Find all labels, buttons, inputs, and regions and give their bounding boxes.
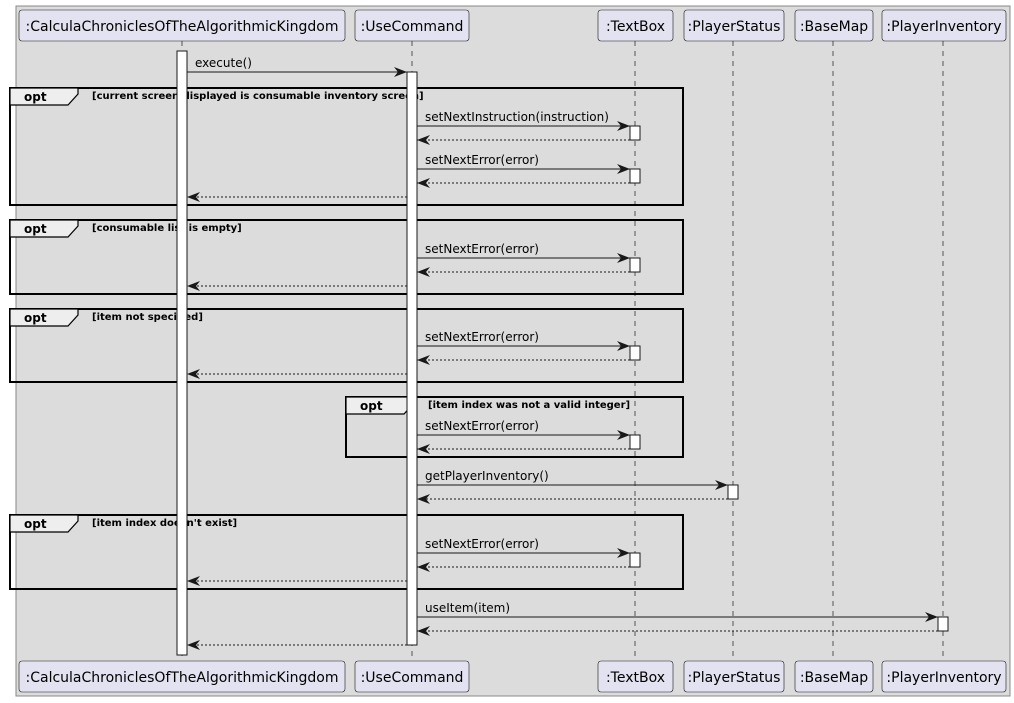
- activation-bar-textbox-3: [629, 168, 641, 184]
- fragment-guard-1: [consumable list is empty]: [92, 223, 242, 234]
- participant-label-status-bottom: :PlayerStatus: [688, 670, 781, 686]
- message-label-16: setNextError(error): [425, 537, 539, 551]
- activation-bar-textbox-8: [629, 552, 641, 568]
- activation-bar-textbox-5: [629, 345, 641, 361]
- fragment-keyword-0: opt: [24, 90, 47, 104]
- message-label-14: getPlayerInventory(): [425, 469, 549, 483]
- activation-bar-use-1: [406, 71, 418, 646]
- message-label-12: setNextError(error): [425, 419, 539, 433]
- activation-bar-inventory-9: [937, 616, 949, 632]
- message-label-1: setNextInstruction(instruction): [425, 110, 609, 124]
- activation-bar-textbox-4: [629, 257, 641, 273]
- participant-label-textbox-bottom: :TextBox: [606, 670, 665, 686]
- participant-label-use-top: :UseCommand: [361, 19, 464, 35]
- sequence-diagram: opt [current screen displayed is consumab…: [9, 5, 1011, 697]
- message-label-6: setNextError(error): [425, 242, 539, 256]
- message-label-0: execute(): [195, 56, 252, 70]
- activation-bar-game-0: [176, 50, 188, 656]
- fragment-keyword-3: opt: [360, 399, 383, 413]
- activation-bar-textbox-6: [629, 434, 641, 450]
- fragment-keyword-1: opt: [24, 222, 47, 236]
- participant-label-game-bottom: :CalculaChroniclesOfTheAlgorithmicKingdo…: [26, 670, 339, 686]
- fragment-keyword-4: opt: [24, 517, 47, 531]
- participant-label-basemap-top: :BaseMap: [800, 19, 868, 35]
- participant-label-inventory-bottom: :PlayerInventory: [886, 670, 1001, 686]
- fragment-guard-0: [current screen displayed is consumable …: [92, 91, 424, 102]
- fragment-keyword-2: opt: [24, 311, 47, 325]
- message-label-9: setNextError(error): [425, 330, 539, 344]
- participant-label-basemap-bottom: :BaseMap: [800, 670, 868, 686]
- participant-label-use-bottom: :UseCommand: [361, 670, 464, 686]
- participant-label-game-top: :CalculaChroniclesOfTheAlgorithmicKingdo…: [26, 19, 339, 35]
- participant-label-status-top: :PlayerStatus: [688, 19, 781, 35]
- activation-bar-textbox-2: [629, 125, 641, 141]
- participant-label-inventory-top: :PlayerInventory: [886, 19, 1001, 35]
- fragment-guard-3: [item index was not a valid integer]: [428, 400, 630, 411]
- message-label-19: useItem(item): [425, 601, 510, 615]
- participant-label-textbox-top: :TextBox: [606, 19, 665, 35]
- message-label-3: setNextError(error): [425, 153, 539, 167]
- fragment-guard-4: [item index doesn't exist]: [92, 518, 237, 529]
- activation-bar-status-7: [727, 484, 739, 500]
